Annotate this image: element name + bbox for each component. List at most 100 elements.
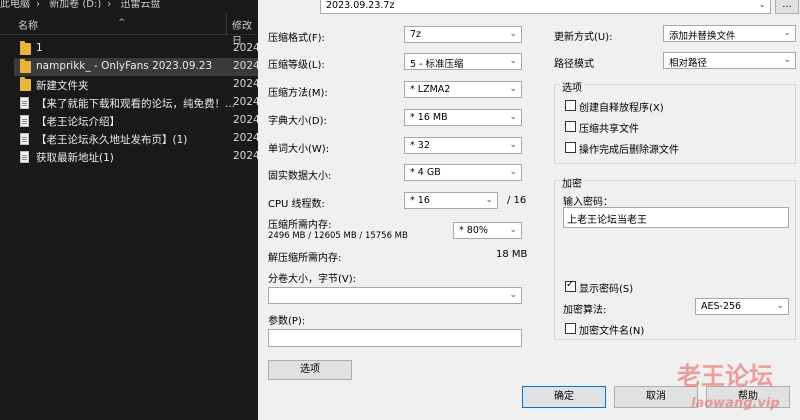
format-select[interactable]: 7z ⌄ — [404, 26, 522, 43]
column-name-header[interactable]: 名称 — [18, 17, 38, 32]
list-item[interactable]: 【老王论坛介绍】 2024 — [14, 112, 260, 130]
chevron-down-icon: ⌄ — [783, 28, 791, 38]
file-date: 2024 — [233, 78, 260, 90]
options-button[interactable]: 选项 — [268, 360, 352, 380]
folder-icon — [20, 59, 31, 73]
word-size-value: * 32 — [410, 140, 430, 151]
shared-files-label[interactable]: 压缩共享文件 — [579, 120, 639, 135]
compress-memory-detail: 2496 MB / 12605 MB / 15756 MB — [268, 231, 408, 241]
dictionary-select[interactable]: * 16 MB ⌄ — [404, 109, 522, 126]
algorithm-select[interactable]: AES-256 ⌄ — [695, 298, 789, 315]
memory-usage-select[interactable]: * 80% ⌄ — [453, 222, 522, 239]
memory-usage-value: * 80% — [459, 225, 488, 236]
split-label: 分卷大小，字节(V): — [268, 274, 357, 285]
list-item[interactable]: 【老王论坛永久地址发布页】(1) 2024 — [14, 130, 260, 148]
file-name: 【来了就能下载和观看的论坛，纯免费！... — [36, 98, 236, 110]
encrypt-names-label[interactable]: 加密文件名(N) — [579, 322, 644, 337]
method-label: 压缩方法(M): — [268, 88, 328, 99]
chevron-down-icon: ⌄ — [509, 140, 517, 150]
level-select[interactable]: 5 - 标准压缩 ⌄ — [404, 53, 522, 70]
file-date: 2024 — [233, 42, 260, 54]
archive-name-combo[interactable]: 2023.09.23.7z ⌄ — [320, 0, 771, 14]
chevron-down-icon: ⌄ — [509, 56, 517, 66]
password-label: 输入密码： — [563, 197, 613, 208]
update-mode-select[interactable]: 添加并替换文件 ⌄ — [663, 25, 796, 42]
column-header: ^ 名称 修改日 — [0, 14, 258, 47]
dictionary-label: 字典大小(D): — [268, 116, 327, 127]
archive-name-value: 2023.09.23.7z — [326, 0, 395, 11]
file-explorer-pane: 此电脑 › 新加卷 (D:) › 迅雷云盘 ^ 名称 修改日 1 2024 namp… — [0, 0, 260, 420]
column-divider[interactable] — [226, 14, 227, 34]
breadcrumb-item[interactable]: 新加卷 (D:) — [49, 0, 101, 10]
list-item[interactable]: 获取最新地址(1) 2024 — [14, 148, 260, 166]
list-item[interactable]: namprikk_ - OnlyFans 2023.09.23 2024 — [14, 58, 260, 76]
chevron-up-icon: ^ — [118, 18, 126, 28]
encrypt-names-checkbox[interactable] — [565, 323, 576, 334]
chevron-down-icon: ⌄ — [509, 225, 517, 235]
file-name: 新建文件夹 — [36, 80, 89, 92]
threads-value: * 16 — [410, 195, 430, 206]
split-size-select[interactable]: ⌄ — [268, 287, 522, 304]
encryption-group-title: 加密 — [560, 175, 584, 190]
delete-after-checkbox[interactable] — [565, 142, 576, 153]
format-value: 7z — [410, 29, 422, 40]
path-mode-select[interactable]: 相对路径 ⌄ — [663, 52, 796, 69]
breadcrumb[interactable]: 此电脑 › 新加卷 (D:) › 迅雷云盘 — [0, 0, 166, 10]
delete-after-label[interactable]: 操作完成后删除源文件 — [579, 141, 679, 156]
threads-select[interactable]: * 16 ⌄ — [404, 192, 498, 209]
file-date: 2024 — [233, 150, 260, 162]
list-item[interactable]: 1 2024 — [14, 40, 260, 58]
list-item[interactable]: 【来了就能下载和观看的论坛，纯免费！... 2024 — [14, 94, 260, 112]
decompress-memory-value: 18 MB — [496, 249, 528, 260]
show-password-checkbox[interactable] — [565, 279, 576, 292]
word-size-label: 单词大小(W): — [268, 144, 330, 155]
parameters-label: 参数(P): — [268, 316, 306, 327]
file-name: 【老王论坛介绍】 — [36, 116, 120, 128]
text-file-icon — [20, 97, 29, 109]
shared-files-checkbox[interactable] — [565, 121, 576, 132]
threads-max: / 16 — [507, 195, 527, 206]
method-select[interactable]: * LZMA2 ⌄ — [404, 81, 522, 98]
path-mode-label: 路径模式 — [554, 59, 594, 70]
sfx-label[interactable]: 创建自释放程序(X) — [579, 99, 664, 114]
text-file-icon — [20, 133, 29, 145]
list-item[interactable]: 新建文件夹 2024 — [14, 76, 260, 94]
browse-button[interactable]: ... — [775, 0, 799, 14]
chevron-down-icon: ⌄ — [758, 0, 766, 10]
sfx-checkbox[interactable] — [565, 100, 576, 111]
level-label: 压缩等级(L): — [268, 60, 325, 71]
update-mode-label: 更新方式(U): — [554, 32, 613, 43]
file-date: 2024 — [233, 96, 260, 108]
options-group-title: 选项 — [560, 79, 584, 94]
algorithm-value: AES-256 — [701, 301, 742, 312]
path-mode-value: 相对路径 — [669, 58, 708, 69]
ok-button[interactable]: 确定 — [522, 386, 606, 408]
breadcrumb-item[interactable]: 此电脑 — [0, 0, 30, 10]
solid-size-select[interactable]: * 4 GB ⌄ — [404, 164, 522, 181]
text-file-icon — [20, 115, 29, 127]
file-date: 2024 — [233, 132, 260, 144]
password-input[interactable]: 上老王论坛当老王 — [563, 207, 789, 228]
chevron-down-icon: ⌄ — [509, 112, 517, 122]
chevron-down-icon: ⌄ — [485, 195, 493, 205]
add-to-archive-dialog: 2023.09.23.7z ⌄ ... 压缩格式(F): 压缩等级(L): 压缩… — [258, 0, 800, 420]
chevron-down-icon: ⌄ — [776, 301, 784, 311]
chevron-down-icon: ⌄ — [509, 167, 517, 177]
solid-size-label: 固实数据大小: — [268, 171, 332, 182]
word-size-select[interactable]: * 32 ⌄ — [404, 137, 522, 154]
method-value: * LZMA2 — [410, 84, 451, 95]
chevron-down-icon: ⌄ — [509, 84, 517, 94]
chevron-down-icon: ⌄ — [509, 29, 517, 39]
update-mode-value: 添加并替换文件 — [669, 31, 736, 42]
breadcrumb-item[interactable]: 迅雷云盘 — [120, 0, 160, 10]
algorithm-label: 加密算法: — [563, 305, 607, 316]
file-date: 2024 — [233, 60, 260, 72]
solid-size-value: * 4 GB — [410, 167, 441, 178]
dictionary-value: * 16 MB — [410, 112, 448, 123]
password-value: 上老王论坛当老王 — [567, 215, 647, 226]
decompress-memory-label: 解压缩所需内存: — [268, 253, 342, 264]
parameters-input[interactable] — [268, 329, 522, 347]
show-password-label[interactable]: 显示密码(S) — [579, 280, 633, 295]
file-name: 【老王论坛永久地址发布页】(1) — [36, 134, 188, 146]
level-value: 5 - 标准压缩 — [410, 59, 464, 70]
